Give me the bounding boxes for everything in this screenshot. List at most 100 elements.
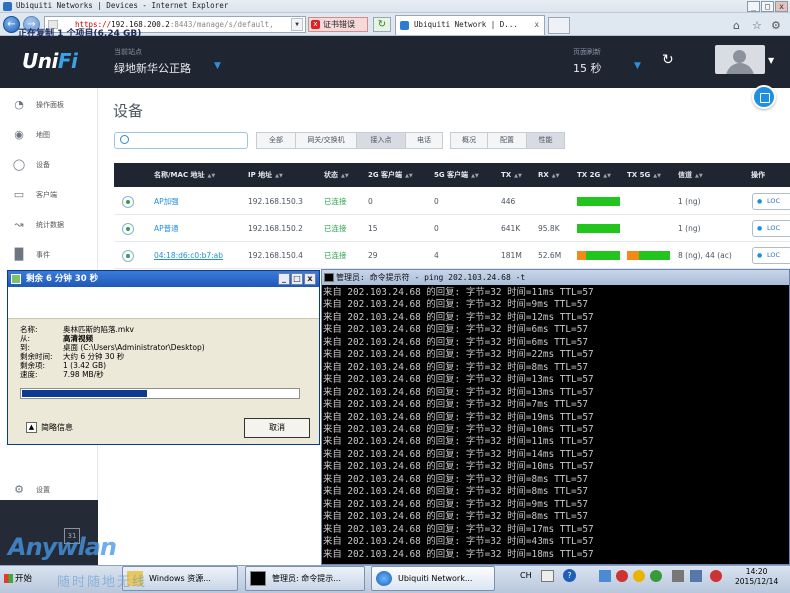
ping-reply-line: 来自 202.103.24.68 的回复: 字节=32 时间=19ms TTL=… xyxy=(323,411,594,423)
filter-access-point[interactable]: 接入点 xyxy=(356,132,406,149)
start-button[interactable]: 开始 xyxy=(2,568,42,590)
tab-label: Ubiquiti Network | D... xyxy=(414,20,518,29)
col-2g-clients[interactable]: 2G 客户端 ▲▼ xyxy=(368,163,413,188)
alert-tray-icon[interactable] xyxy=(633,570,645,582)
sidebar-item-map[interactable]: ◉ 地图 xyxy=(12,127,97,143)
col-status[interactable]: 状态 ▲▼ xyxy=(324,163,349,188)
col-5g-clients[interactable]: 5G 客户端 ▲▼ xyxy=(434,163,479,188)
tab-close-icon[interactable]: x xyxy=(534,16,539,34)
maximize-button[interactable]: □ xyxy=(761,1,774,12)
clock[interactable]: 14:20 2015/12/14 xyxy=(735,567,778,587)
col-ip[interactable]: IP 地址 ▲▼ xyxy=(248,163,283,188)
view-config[interactable]: 配置 xyxy=(487,132,527,149)
filter-phone[interactable]: 电话 xyxy=(405,132,443,149)
sidebar-item-label: 设置 xyxy=(36,486,50,494)
refresh-chevron-down-icon[interactable]: ▼ xyxy=(634,61,641,71)
ping-reply-line: 来自 202.103.24.68 的回复: 字节=32 时间=18ms TTL=… xyxy=(323,548,594,560)
anywlan-watermark: Anywlan xyxy=(8,533,117,561)
sidebar-item-settings[interactable]: ⚙ 设置 xyxy=(12,482,97,498)
tab-ubiquiti[interactable]: Ubiquiti Network | D... x xyxy=(395,15,545,35)
minimize-button[interactable]: _ xyxy=(747,1,760,12)
search-input[interactable] xyxy=(114,132,248,149)
site-selector[interactable]: 绿地新华公正路 xyxy=(114,60,191,76)
minimize-button[interactable]: _ xyxy=(278,273,290,285)
copy-dialog-header xyxy=(8,287,319,319)
col-channel[interactable]: 信道 ▲▼ xyxy=(678,163,703,188)
volume-tray-icon[interactable] xyxy=(710,570,722,582)
col-tx-5g[interactable]: TX 5G ▲▼ xyxy=(627,163,661,188)
col-tx-2g[interactable]: TX 2G ▲▼ xyxy=(577,163,611,188)
view-overview[interactable]: 概况 xyxy=(450,132,488,149)
locate-button[interactable]: LOC xyxy=(752,247,790,264)
home-icon[interactable]: ⌂ xyxy=(733,19,740,32)
ping-reply-line: 来自 202.103.24.68 的回复: 字节=32 时间=12ms TTL=… xyxy=(323,311,594,323)
favorites-icon[interactable]: ☆ xyxy=(752,19,762,32)
sidebar-item-dashboard[interactable]: ◔ 操作面板 xyxy=(12,97,97,113)
task-ie[interactable]: Ubiquiti Network... xyxy=(371,566,495,591)
filter-gateway-switch[interactable]: 网关/交换机 xyxy=(295,132,357,149)
table-row[interactable]: AP加强 192.168.150.3 已连接 0 0 446 1 (ng) LO… xyxy=(114,189,790,215)
clients-5g: 4 xyxy=(434,251,439,260)
stats-icon: ↝ xyxy=(14,218,24,231)
task-label: Windows 资源... xyxy=(149,574,211,583)
tools-gear-icon[interactable]: ⚙ xyxy=(771,19,781,32)
sidebar-item-devices[interactable]: ◯ 设备 xyxy=(12,157,97,173)
command-prompt-window[interactable]: 管理员: 命令提示符 - ping 202.103.24.68 -t 来自 20… xyxy=(321,269,790,565)
certificate-error-button[interactable]: x 证书错误 xyxy=(308,17,368,32)
device-name-link[interactable]: 04:18:d6:c0:b7:ab xyxy=(154,243,223,269)
help-icon[interactable]: ? xyxy=(563,569,576,582)
device-name-link[interactable]: AP加强 xyxy=(154,189,179,215)
device-name-link[interactable]: AP普通 xyxy=(154,216,179,242)
close-button[interactable]: x xyxy=(304,273,316,285)
locate-button[interactable]: LOC xyxy=(752,193,790,210)
sidebar-item-label: 统计数据 xyxy=(36,221,64,229)
close-button[interactable]: x xyxy=(775,1,788,12)
refresh-icon[interactable]: ↻ xyxy=(662,52,674,68)
refresh-interval-selector[interactable]: 15 秒 xyxy=(573,60,602,76)
site-caption: 当前站点 xyxy=(114,48,142,56)
cmd-title-bar: 管理员: 命令提示符 - ping 202.103.24.68 -t xyxy=(322,270,789,285)
col-rx[interactable]: RX ▲▼ xyxy=(538,163,560,188)
device-status: 已连接 xyxy=(324,251,347,260)
status-tray-icon[interactable] xyxy=(650,570,662,582)
field-value-to[interactable]: 桌面 (C:\Users\Administrator\Desktop) xyxy=(63,343,205,352)
unifi-logo[interactable]: UniFi xyxy=(22,49,78,73)
flag-tray-icon[interactable] xyxy=(672,570,684,582)
site-chevron-down-icon[interactable]: ▼ xyxy=(214,61,221,71)
ping-reply-line: 来自 202.103.24.68 的回复: 字节=32 时间=43ms TTL=… xyxy=(323,536,594,548)
maximize-button[interactable]: □ xyxy=(291,273,303,285)
monitor-tray-icon[interactable] xyxy=(690,570,702,582)
view-performance[interactable]: 性能 xyxy=(526,132,565,149)
keyboard-icon[interactable] xyxy=(541,570,554,582)
field-value-from[interactable]: 高清视频 xyxy=(63,334,93,343)
sidebar-item-clients[interactable]: ▭ 客户端 xyxy=(12,187,97,203)
avatar[interactable] xyxy=(715,45,765,74)
sidebar-item-events[interactable]: █ 事件 xyxy=(12,247,97,263)
table-row[interactable]: 04:18:d6:c0:b7:ab 192.168.150.4 已连接 29 4… xyxy=(114,243,790,269)
address-dropdown-icon[interactable]: ▼ xyxy=(291,18,303,31)
col-tx[interactable]: TX ▲▼ xyxy=(501,163,522,188)
security-tray-icon[interactable] xyxy=(616,570,628,582)
tx-value: 446 xyxy=(501,197,516,206)
ime-indicator[interactable]: CH xyxy=(520,571,532,580)
chevron-up-icon: ▲ xyxy=(26,422,37,433)
refresh-page-button[interactable]: ↻ xyxy=(373,17,391,32)
clients-2g: 29 xyxy=(368,251,378,260)
table-row[interactable]: AP普通 192.168.150.2 已连接 15 0 641K 95.8K 1… xyxy=(114,216,790,242)
filter-all[interactable]: 全部 xyxy=(256,132,296,149)
channel: 1 (ng) xyxy=(678,224,701,233)
schedule-icon[interactable] xyxy=(752,85,776,109)
cancel-button[interactable]: 取消 xyxy=(244,418,310,438)
locate-button[interactable]: LOC xyxy=(752,220,790,237)
events-icon: █ xyxy=(14,248,24,261)
cmd-title: 管理员: 命令提示符 - ping 202.103.24.68 -t xyxy=(336,273,526,282)
less-info-toggle[interactable]: ▲ 简略信息 xyxy=(26,422,73,433)
col-name[interactable]: 名称/MAC 地址 ▲▼ xyxy=(154,163,215,188)
task-cmd[interactable]: 管理员: 命令提示... xyxy=(245,566,365,591)
certificate-error-icon: x xyxy=(311,20,320,29)
dashboard-icon: ◔ xyxy=(14,98,24,111)
user-menu-chevron-icon[interactable]: ▼ xyxy=(768,56,774,65)
new-tab-button[interactable] xyxy=(548,17,570,34)
network-tray-icon[interactable] xyxy=(599,570,611,582)
sidebar-item-statistics[interactable]: ↝ 统计数据 xyxy=(12,217,97,233)
